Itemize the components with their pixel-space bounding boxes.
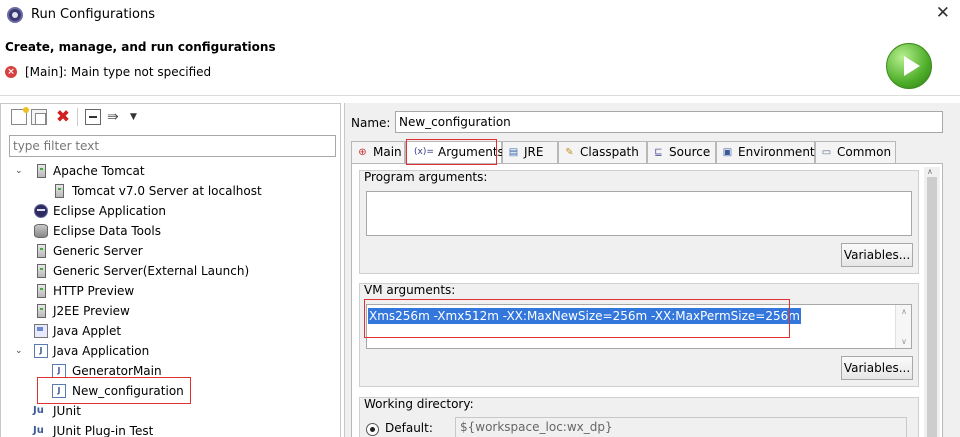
- program-variables-button[interactable]: Variables...: [841, 243, 913, 267]
- source-tab-icon: ⊑: [654, 147, 663, 158]
- delete-icon[interactable]: ✖: [55, 109, 71, 126]
- tab-label: Environment: [738, 145, 815, 159]
- vm-arguments-scrollbar[interactable]: ∧ ∨: [895, 305, 911, 348]
- tab-label: Classpath: [580, 145, 639, 159]
- server-icon: [37, 284, 46, 298]
- expanded-chevron-icon[interactable]: ⌄: [15, 161, 25, 181]
- tab-main[interactable]: ⊕ Main: [351, 141, 405, 163]
- collapse-all-icon[interactable]: [85, 109, 101, 125]
- working-directory-field[interactable]: ${workspace_loc:wx_dp}: [455, 417, 907, 437]
- toolbar-separator: [77, 108, 78, 126]
- scroll-down-icon[interactable]: ∨: [899, 337, 909, 346]
- selection-highlight-box: [37, 377, 191, 404]
- environment-tab-icon: ▣: [722, 147, 733, 158]
- panel-scrollbar[interactable]: ∧: [924, 167, 940, 437]
- server-icon: [55, 184, 64, 198]
- junit-icon: Ju: [33, 405, 44, 416]
- eclipse-icon: [34, 204, 48, 218]
- common-tab-icon: ▭: [821, 147, 832, 158]
- name-field[interactable]: [395, 111, 943, 133]
- title-bar: Run Configurations ✕: [0, 0, 960, 30]
- default-label: Default:: [385, 421, 433, 435]
- java-app-icon: J: [52, 364, 66, 378]
- server-icon: [37, 264, 46, 278]
- database-icon: [34, 224, 48, 238]
- new-launch-configuration-icon[interactable]: [11, 107, 29, 125]
- scrollbar-thumb[interactable]: [927, 177, 937, 437]
- tree-item-label: Eclipse Data Tools: [53, 224, 161, 238]
- tab-source[interactable]: ⊑ Source: [647, 141, 716, 163]
- duplicate-icon[interactable]: [31, 109, 47, 125]
- eclipse-app-icon: [7, 7, 23, 23]
- scroll-up-icon[interactable]: ∧: [927, 167, 933, 176]
- configurations-toolbar: ✖ ⇛ ▼: [1, 104, 340, 130]
- run-icon: [886, 43, 932, 89]
- server-icon: [37, 164, 46, 178]
- tree-item-label: Generic Server(External Launch): [53, 264, 250, 278]
- vm-variables-button[interactable]: Variables...: [841, 356, 913, 380]
- arguments-tab-highlight-box: [406, 139, 497, 165]
- working-directory-group: Working directory: Default: ${workspace_…: [359, 397, 919, 437]
- dialog-header: Create, manage, and run configurations ×…: [0, 30, 960, 96]
- java-app-icon: J: [34, 344, 48, 358]
- applet-icon: [34, 324, 48, 338]
- filter-icon[interactable]: ⇛: [107, 109, 123, 125]
- header-title: Create, manage, and run configurations: [5, 40, 276, 54]
- filter-input[interactable]: [9, 135, 336, 157]
- close-icon[interactable]: ✕: [936, 3, 950, 23]
- tab-label: Source: [669, 145, 711, 159]
- tree-item-label: Java Applet: [53, 324, 122, 338]
- tree-item-label: HTTP Preview: [53, 284, 135, 298]
- scroll-up-icon[interactable]: ∧: [899, 307, 909, 316]
- server-icon: [37, 244, 46, 258]
- tree-item-label: Apache Tomcat: [53, 164, 145, 178]
- name-label: Name:: [351, 116, 391, 130]
- tab-label: Main: [373, 145, 402, 159]
- error-icon: ×: [5, 66, 17, 78]
- tree-item-label: Tomcat v7.0 Server at localhost: [72, 184, 262, 198]
- window-title: Run Configurations: [31, 7, 155, 22]
- junit-icon: Ju: [33, 425, 44, 436]
- jre-tab-icon: ▤: [508, 147, 519, 158]
- working-directory-label: Working directory:: [364, 397, 474, 411]
- tab-label: JRE: [524, 145, 544, 159]
- vm-arguments-highlight-box: [364, 299, 790, 338]
- tree-item-label: Generic Server: [53, 244, 143, 258]
- tab-jre[interactable]: ▤ JRE: [502, 141, 558, 163]
- tab-common[interactable]: ▭ Common: [815, 141, 896, 163]
- tree-item-label: J2EE Preview: [53, 304, 130, 318]
- tab-classpath[interactable]: ✎ Classpath: [558, 141, 647, 163]
- tree-item-label: Java Application: [53, 344, 150, 358]
- program-arguments-field[interactable]: [366, 191, 912, 236]
- tree-item-label: Eclipse Application: [53, 204, 166, 218]
- main-tab-icon: ⊕: [358, 147, 367, 158]
- classpath-tab-icon: ✎: [565, 147, 574, 158]
- default-radio[interactable]: [366, 423, 379, 436]
- vm-arguments-label: VM arguments:: [364, 283, 456, 297]
- server-icon: [37, 304, 46, 318]
- tab-label: Common: [837, 145, 892, 159]
- program-arguments-label: Program arguments:: [364, 170, 488, 184]
- view-menu-icon[interactable]: ▼: [130, 109, 140, 125]
- tab-environment[interactable]: ▣ Environment: [716, 141, 815, 163]
- program-arguments-group: Program arguments: Variables...: [359, 170, 919, 274]
- error-message: [Main]: Main type not specified: [25, 65, 212, 79]
- tree-item-label: JUnit: [53, 404, 81, 418]
- tree-item-label: JUnit Plug-in Test: [53, 424, 154, 437]
- expanded-chevron-icon[interactable]: ⌄: [15, 341, 25, 361]
